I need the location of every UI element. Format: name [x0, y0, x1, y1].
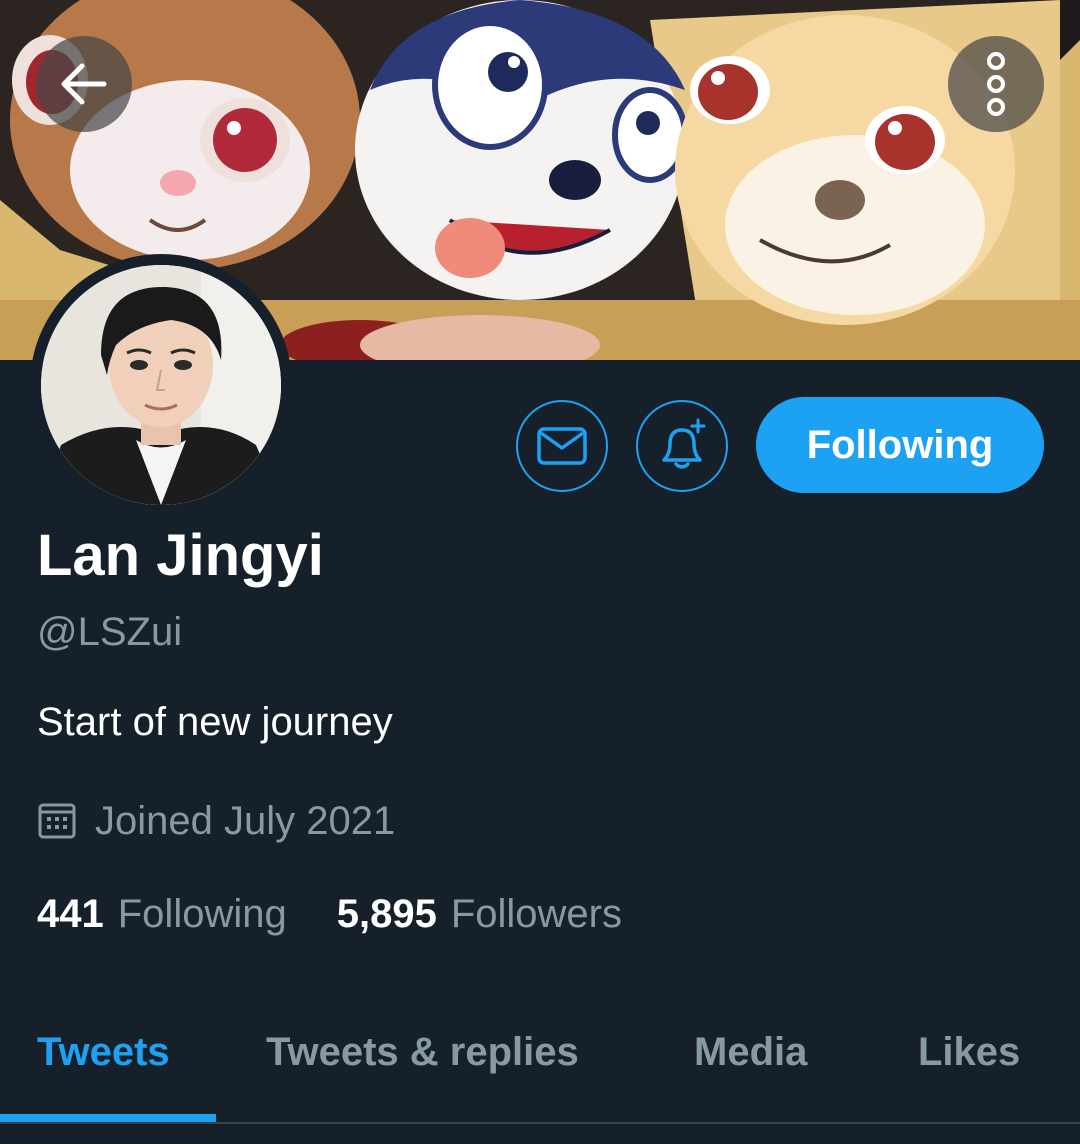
profile-name: Lan Jingyi — [37, 523, 324, 588]
arrow-left-icon — [61, 63, 107, 105]
tab-tweets[interactable]: Tweets — [37, 1030, 170, 1075]
avatar[interactable] — [30, 254, 292, 516]
active-tab-indicator — [0, 1114, 216, 1122]
profile-handle: @LSZui — [37, 610, 183, 654]
envelope-icon — [537, 427, 587, 465]
more-vertical-icon — [987, 52, 1005, 116]
following-count: 441 — [37, 892, 104, 936]
tab-likes[interactable]: Likes — [918, 1030, 1020, 1075]
tab-media[interactable]: Media — [694, 1030, 807, 1075]
followers-label: Followers — [450, 892, 622, 936]
tabs-divider — [0, 1122, 1080, 1124]
joined-date: Joined July 2021 — [37, 796, 395, 846]
followers-count: 5,895 — [336, 892, 437, 936]
calendar-icon — [38, 803, 76, 839]
following-stat[interactable]: 441 Following — [37, 892, 287, 937]
notifications-button[interactable] — [636, 400, 728, 492]
followers-stat[interactable]: 5,895 Followers — [337, 892, 622, 937]
following-button[interactable]: Following — [756, 397, 1044, 493]
avatar-image — [41, 265, 281, 505]
tab-tweets-replies[interactable]: Tweets & replies — [266, 1030, 579, 1075]
message-button[interactable] — [516, 400, 608, 492]
more-options-button[interactable] — [948, 36, 1044, 132]
profile-bio: Start of new journey — [37, 700, 393, 744]
back-button[interactable] — [36, 36, 132, 132]
bell-plus-icon — [662, 418, 706, 469]
follow-stats: 441 Following 5,895 Followers — [37, 892, 622, 937]
following-label: Following — [117, 892, 287, 936]
joined-text: Joined July 2021 — [95, 798, 396, 843]
